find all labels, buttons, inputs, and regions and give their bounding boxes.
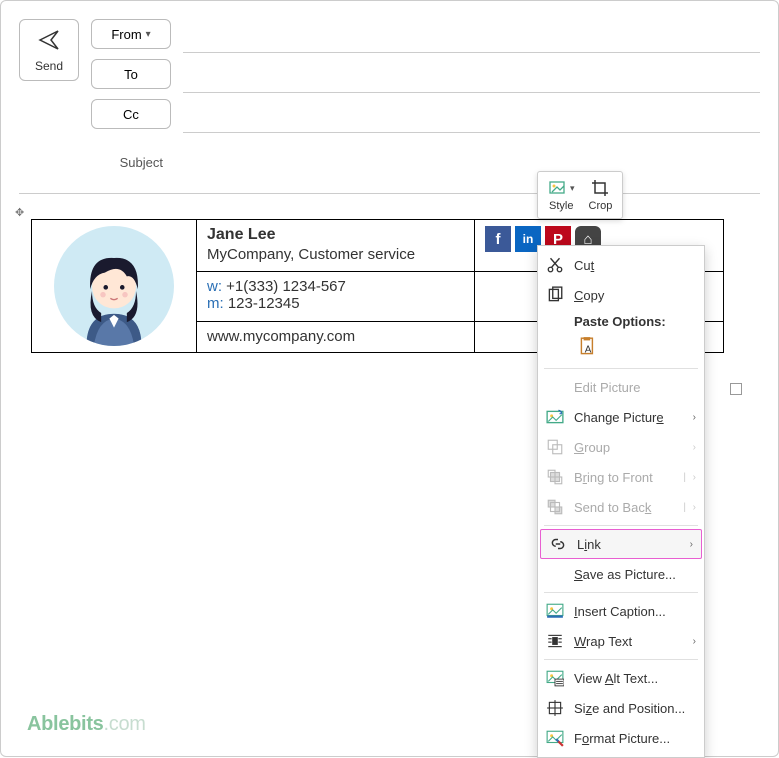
menu-link-label: Link bbox=[577, 537, 601, 552]
menu-view-alt-text[interactable]: View Alt Text... bbox=[538, 663, 704, 693]
paste-keep-text-button[interactable]: A bbox=[574, 333, 602, 361]
menu-save-as-picture-label: Save as Picture... bbox=[574, 567, 676, 582]
menu-view-alt-text-label: View Alt Text... bbox=[574, 671, 658, 686]
work-phone-value: +1(333) 1234-567 bbox=[226, 278, 346, 295]
menu-edit-picture-label: Edit Picture bbox=[574, 380, 640, 395]
chevron-right-icon: › bbox=[693, 442, 696, 453]
signature-company: MyCompany, Customer service bbox=[207, 246, 464, 263]
phone-cell: w: +1(333) 1234-567 m: 123-12345 bbox=[197, 272, 475, 321]
menu-copy[interactable]: Copy bbox=[538, 280, 704, 310]
table-resize-handle-icon[interactable] bbox=[730, 383, 742, 395]
menu-change-picture-label: Change Picture bbox=[574, 410, 664, 425]
alt-text-icon bbox=[546, 669, 564, 687]
menu-cut-label: Cut bbox=[574, 258, 594, 273]
separator bbox=[544, 368, 698, 369]
send-label: Send bbox=[35, 59, 63, 73]
table-move-handle-icon[interactable]: ✥ bbox=[15, 206, 24, 220]
menu-send-back: Send to Back | › bbox=[538, 492, 704, 522]
separator bbox=[544, 525, 698, 526]
website-value: www.mycompany.com bbox=[207, 328, 355, 345]
menu-save-as-picture[interactable]: Save as Picture... bbox=[538, 559, 704, 589]
style-button[interactable]: ▾ Style bbox=[544, 176, 579, 214]
menu-group-label: Group bbox=[574, 440, 610, 455]
menu-send-back-label: Send to Back bbox=[574, 500, 651, 515]
watermark: Ablebits.com bbox=[27, 713, 146, 736]
to-button[interactable]: To bbox=[91, 59, 171, 89]
avatar bbox=[54, 226, 174, 346]
watermark-brand: Ablebits bbox=[27, 713, 104, 735]
paste-options-header: Paste Options: bbox=[538, 310, 704, 331]
separator bbox=[544, 592, 698, 593]
menu-link[interactable]: Link › bbox=[540, 529, 702, 559]
subject-input[interactable] bbox=[173, 149, 778, 175]
chevron-right-icon: | bbox=[683, 502, 686, 513]
menu-wrap-text-label: Wrap Text bbox=[574, 634, 632, 649]
chevron-right-icon: | bbox=[683, 472, 686, 483]
wrap-text-icon bbox=[546, 632, 564, 650]
menu-change-picture[interactable]: Change Picture › bbox=[538, 402, 704, 432]
menu-copy-label: Copy bbox=[574, 288, 604, 303]
chevron-down-icon: ▾ bbox=[570, 183, 575, 194]
separator bbox=[544, 659, 698, 660]
menu-format-picture-label: Format Picture... bbox=[574, 731, 670, 746]
crop-button[interactable]: Crop bbox=[585, 176, 617, 214]
menu-format-picture[interactable]: Format Picture... bbox=[538, 723, 704, 753]
format-picture-icon bbox=[546, 729, 564, 747]
watermark-suffix: .com bbox=[104, 713, 146, 735]
from-button[interactable]: From ▾ bbox=[91, 19, 171, 49]
chevron-right-icon: › bbox=[690, 539, 693, 550]
link-icon bbox=[549, 535, 567, 553]
send-icon bbox=[37, 28, 61, 55]
menu-group: Group › bbox=[538, 432, 704, 462]
send-back-icon bbox=[546, 498, 564, 516]
work-phone-label: w: bbox=[207, 278, 222, 295]
name-cell: Jane Lee MyCompany, Customer service bbox=[197, 220, 475, 272]
context-menu: Cut Copy Paste Options: A Edit Picture C… bbox=[537, 245, 705, 758]
menu-bring-front-label: Bring to Front bbox=[574, 470, 653, 485]
from-label: From bbox=[111, 27, 141, 42]
cc-label: Cc bbox=[123, 107, 139, 122]
chevron-right-icon: › bbox=[693, 502, 696, 513]
menu-size-position-label: Size and Position... bbox=[574, 701, 685, 716]
cut-icon bbox=[546, 256, 564, 274]
caption-icon bbox=[546, 602, 564, 620]
menu-wrap-text[interactable]: Wrap Text › bbox=[538, 626, 704, 656]
svg-text:A: A bbox=[585, 345, 592, 356]
menu-edit-picture: Edit Picture bbox=[538, 372, 704, 402]
mobile-phone-label: m: bbox=[207, 295, 224, 312]
send-button[interactable]: Send bbox=[19, 19, 79, 81]
crop-icon bbox=[590, 178, 610, 198]
size-position-icon bbox=[546, 699, 564, 717]
chevron-right-icon: › bbox=[693, 636, 696, 647]
mobile-phone-value: 123-12345 bbox=[228, 295, 300, 312]
menu-cut[interactable]: Cut bbox=[538, 250, 704, 280]
website-cell: www.mycompany.com bbox=[197, 321, 475, 352]
style-label: Style bbox=[549, 200, 573, 212]
menu-insert-caption[interactable]: Insert Caption... bbox=[538, 596, 704, 626]
chevron-down-icon: ▾ bbox=[146, 29, 151, 40]
to-field[interactable] bbox=[183, 63, 760, 93]
facebook-icon[interactable]: f bbox=[485, 226, 511, 252]
menu-insert-caption-label: Insert Caption... bbox=[574, 604, 666, 619]
cc-field[interactable] bbox=[183, 103, 760, 133]
picture-mini-toolbar: ▾ Style Crop bbox=[537, 171, 623, 219]
chevron-right-icon: › bbox=[693, 472, 696, 483]
group-icon bbox=[546, 438, 564, 456]
crop-label: Crop bbox=[589, 200, 613, 212]
avatar-cell bbox=[32, 220, 197, 353]
copy-icon bbox=[546, 286, 564, 304]
body-separator bbox=[19, 193, 760, 194]
menu-size-position[interactable]: Size and Position... bbox=[538, 693, 704, 723]
chevron-right-icon: › bbox=[693, 412, 696, 423]
change-picture-icon bbox=[546, 408, 564, 426]
subject-label: Subject bbox=[1, 155, 173, 170]
from-field[interactable] bbox=[183, 23, 760, 53]
style-icon bbox=[548, 178, 568, 198]
menu-bring-front: Bring to Front | › bbox=[538, 462, 704, 492]
to-label: To bbox=[124, 67, 138, 82]
signature-name: Jane Lee bbox=[207, 226, 464, 244]
cc-button[interactable]: Cc bbox=[91, 99, 171, 129]
bring-front-icon bbox=[546, 468, 564, 486]
